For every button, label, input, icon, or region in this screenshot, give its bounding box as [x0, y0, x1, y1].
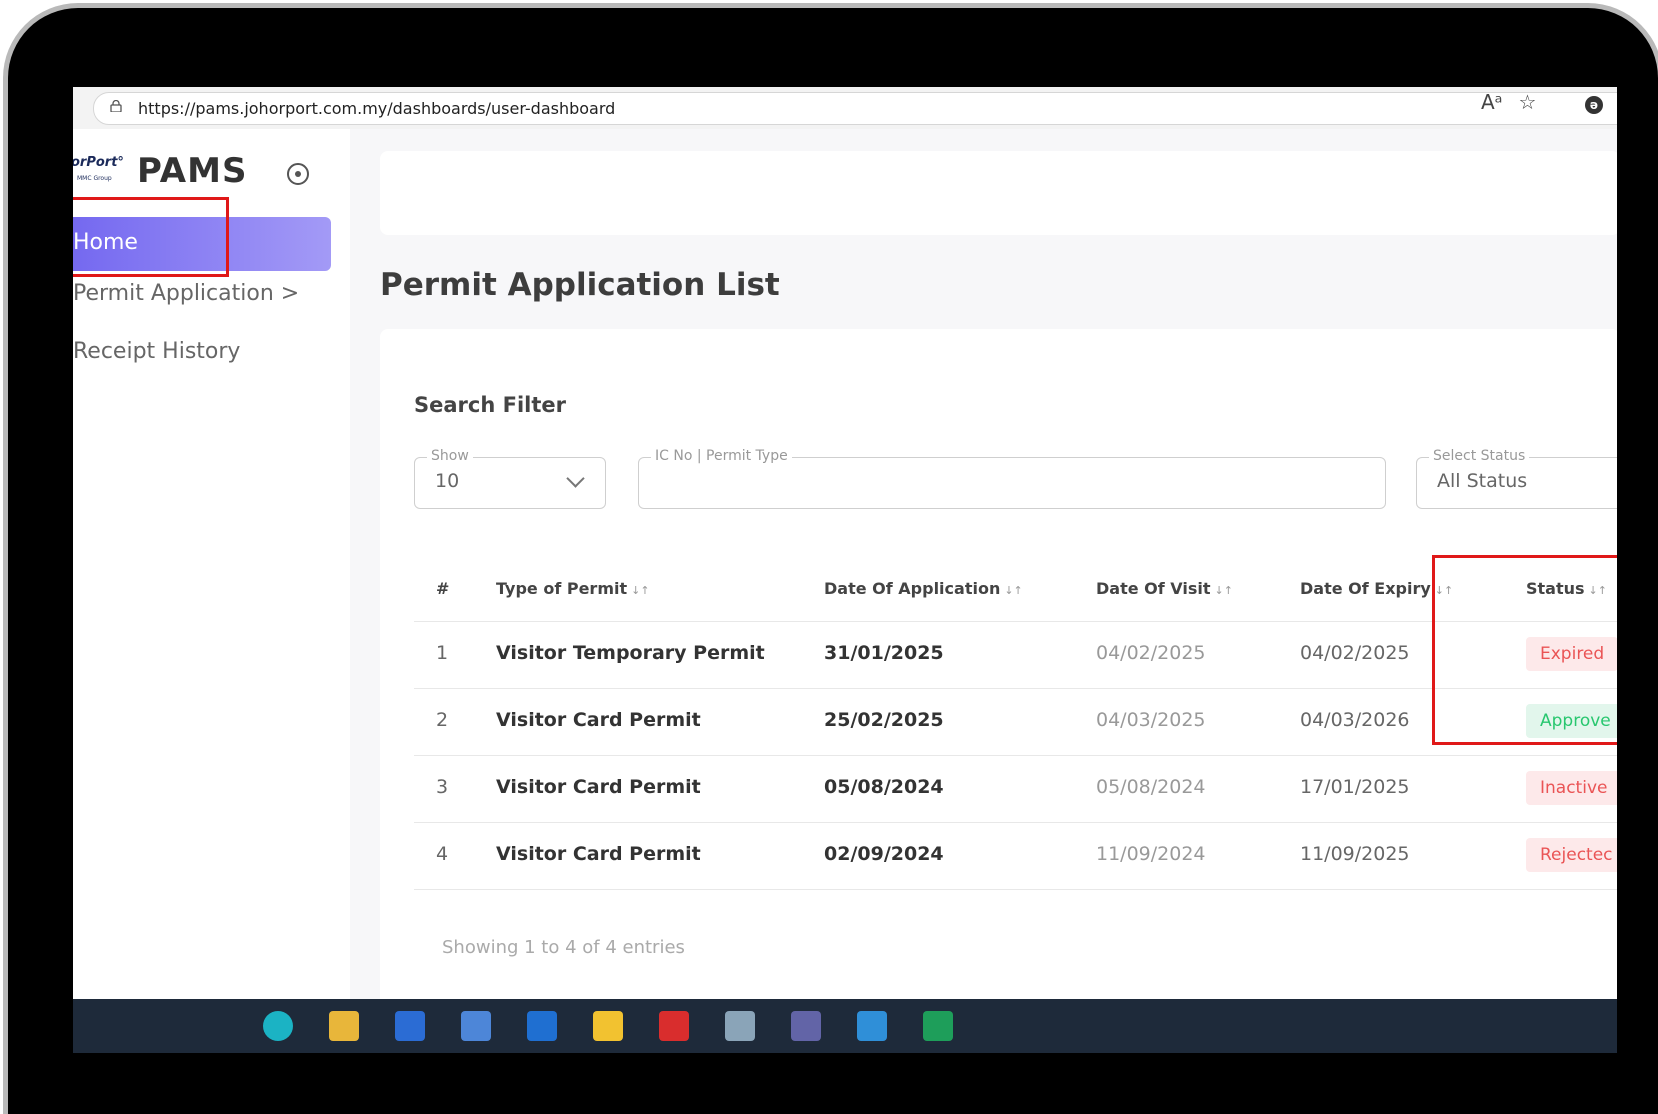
cell-type: Visitor Temporary Permit [496, 642, 765, 664]
cell-date-expiry: 04/03/2026 [1300, 709, 1410, 731]
cell-type: Visitor Card Permit [496, 709, 701, 731]
header-number: # [436, 579, 450, 598]
search-filter-title: Search Filter [414, 393, 566, 417]
cell-date-visit: 05/08/2024 [1096, 776, 1206, 798]
edge-icon[interactable] [263, 1011, 293, 1041]
table-row[interactable]: 3 Visitor Card Permit 05/08/2024 05/08/2… [414, 756, 1617, 823]
brand-name: PAMS [137, 151, 248, 191]
cell-date-application: 31/01/2025 [824, 642, 944, 664]
collapse-menu-icon[interactable] [287, 163, 309, 185]
star-icon[interactable]: ☆ [1519, 90, 1537, 114]
show-label: Show [427, 448, 473, 464]
status-select[interactable]: Select Status All Status [1416, 448, 1617, 509]
store-icon[interactable] [395, 1011, 425, 1041]
cell-type: Visitor Card Permit [496, 776, 701, 798]
page-title: Permit Application List [380, 267, 780, 303]
main-content: Permit Application List Search Filter Sh… [350, 129, 1617, 1009]
status-badge: Rejectec [1526, 838, 1617, 872]
url-text: https://pams.johorport.com.my/dashboards… [138, 99, 616, 118]
highlight-box-status [1432, 555, 1617, 745]
cell-type: Visitor Card Permit [496, 843, 701, 865]
word-icon[interactable] [527, 1011, 557, 1041]
cell-date-application: 05/08/2024 [824, 776, 944, 798]
header-date-visit[interactable]: Date Of Visit ↓↑ [1096, 579, 1233, 598]
laptop-frame: https://pams.johorport.com.my/dashboards… [8, 8, 1658, 1114]
sort-icon: ↓↑ [1004, 584, 1023, 597]
cell-date-expiry: 17/01/2025 [1300, 776, 1410, 798]
cell-number: 2 [436, 709, 449, 731]
browser-address-bar: https://pams.johorport.com.my/dashboards… [73, 87, 1617, 130]
cell-date-visit: 11/09/2024 [1096, 843, 1206, 865]
cell-date-visit: 04/03/2025 [1096, 709, 1206, 731]
cell-date-expiry: 04/02/2025 [1300, 642, 1410, 664]
header-date-expiry[interactable]: Date Of Expiry ↓↑ [1300, 579, 1453, 598]
table-row[interactable]: 4 Visitor Card Permit 02/09/2024 11/09/2… [414, 823, 1617, 890]
outlook-icon[interactable] [461, 1011, 491, 1041]
logo: orPort° [73, 155, 124, 170]
chevron-down-icon [566, 469, 585, 488]
drive-icon[interactable] [593, 1011, 623, 1041]
cell-number: 4 [436, 843, 449, 865]
header-type[interactable]: Type of Permit ↓↑ [496, 579, 650, 598]
status-label: Select Status [1429, 448, 1530, 464]
cell-date-application: 02/09/2024 [824, 843, 944, 865]
search-input[interactable]: IC No | Permit Type [638, 448, 1386, 509]
read-aloud-icon[interactable]: Aᵃ [1481, 90, 1503, 114]
cell-date-expiry: 11/09/2025 [1300, 843, 1410, 865]
top-card [380, 151, 1617, 235]
sort-icon: ↓↑ [1214, 584, 1233, 597]
cell-number: 3 [436, 776, 449, 798]
calendar-icon[interactable] [857, 1011, 887, 1041]
logo-subtitle: MMC Group [77, 175, 112, 182]
show-entries-select[interactable]: Show 10 [414, 448, 606, 509]
cell-number: 1 [436, 642, 449, 664]
screen: https://pams.johorport.com.my/dashboards… [73, 87, 1617, 1053]
entries-summary: Showing 1 to 4 of 4 entries [442, 937, 685, 958]
sidebar-item-receipt-history[interactable]: Receipt History [73, 339, 240, 364]
lock-icon [110, 100, 122, 112]
url-field[interactable]: https://pams.johorport.com.my/dashboards… [93, 92, 1617, 125]
extension-icon[interactable]: ə [1585, 96, 1603, 114]
teams-icon[interactable] [791, 1011, 821, 1041]
show-value: 10 [435, 470, 460, 492]
sort-icon: ↓↑ [631, 584, 650, 597]
sidebar-item-permit-application[interactable]: Permit Application > [73, 281, 299, 306]
cell-date-application: 25/02/2025 [824, 709, 944, 731]
app-icon[interactable] [725, 1011, 755, 1041]
excel-icon[interactable] [923, 1011, 953, 1041]
highlight-box-home [73, 197, 229, 277]
cell-date-visit: 04/02/2025 [1096, 642, 1206, 664]
taskbar [73, 999, 1617, 1053]
status-value: All Status [1437, 470, 1528, 492]
search-label: IC No | Permit Type [651, 448, 792, 464]
folder-icon[interactable] [329, 1011, 359, 1041]
sidebar: orPort° MMC Group PAMS Home Permit Appli… [73, 129, 351, 999]
header-date-application[interactable]: Date Of Application ↓↑ [824, 579, 1023, 598]
status-badge: Inactive [1526, 771, 1617, 805]
pdf-icon[interactable] [659, 1011, 689, 1041]
permit-list-card: Search Filter Show 10 IC No | Permit Typ… [380, 329, 1617, 1009]
